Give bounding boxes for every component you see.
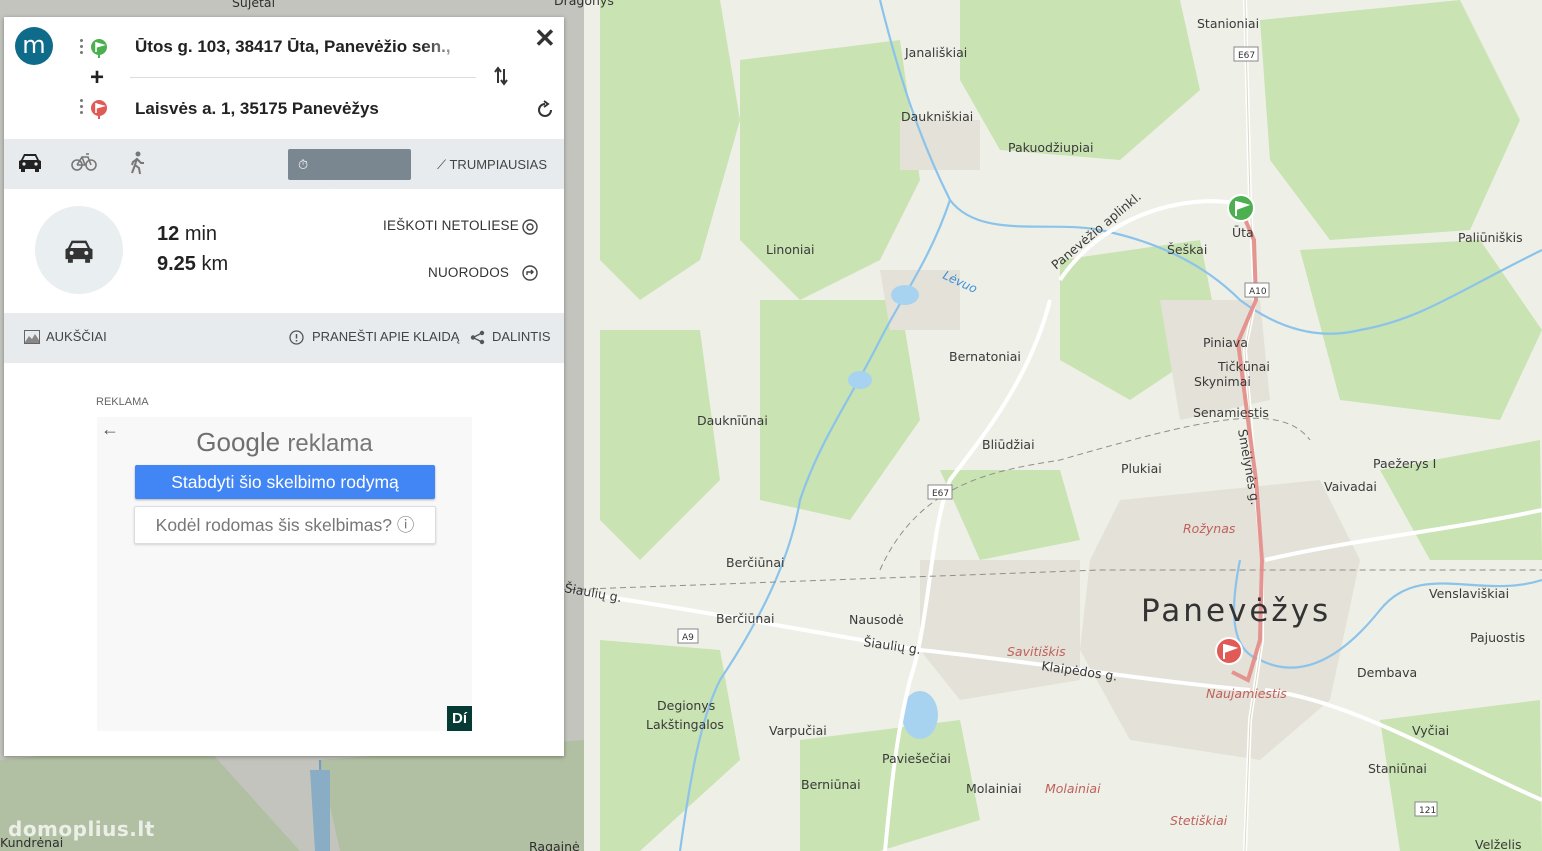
svg-text:Rožynas: Rožynas bbox=[1183, 521, 1236, 536]
svg-text:Vaivadai: Vaivadai bbox=[1324, 479, 1377, 494]
svg-text:Panevėžys: Panevėžys bbox=[1141, 593, 1331, 629]
svg-text:Dauknīūnai: Dauknīūnai bbox=[697, 413, 768, 428]
route-panel: m Ūtos g. 103, 38417 Ūta, Panevėžio sen.… bbox=[4, 17, 564, 756]
share-icon bbox=[470, 330, 485, 345]
shortest-route-button[interactable]: ⟋ TRUMPIAUSIAS bbox=[427, 149, 557, 180]
watermark-logo: domoplius.lt bbox=[8, 817, 155, 841]
svg-text:Janališkiai: Janališkiai bbox=[904, 45, 967, 60]
svg-text:Savitiškis: Savitiškis bbox=[1007, 644, 1066, 659]
swap-icon[interactable] bbox=[493, 66, 509, 86]
ad-badge-icon[interactable]: Dí bbox=[447, 706, 472, 731]
svg-text:Paviešečiai: Paviešečiai bbox=[882, 751, 951, 766]
close-button[interactable]: ✕ bbox=[534, 23, 556, 54]
fastest-route-button[interactable]: ⏱ GREIČIAUSIAS bbox=[288, 149, 411, 203]
directions-icon[interactable] bbox=[522, 265, 538, 281]
stop-ad-button[interactable]: Stabdyti šio skelbimo rodymą bbox=[135, 465, 435, 499]
svg-text:Vyčiai: Vyčiai bbox=[1412, 723, 1449, 738]
drag-handle-destination[interactable] bbox=[80, 99, 84, 115]
ad-title: Google reklama bbox=[196, 427, 373, 457]
ruler-icon: ⟋ bbox=[437, 157, 450, 172]
travel-distance: 9.25 km bbox=[157, 253, 229, 275]
end-marker-icon bbox=[1215, 637, 1243, 665]
svg-text:Bernatoniai: Bernatoniai bbox=[949, 349, 1021, 364]
svg-text:Paliūniškis: Paliūniškis bbox=[1458, 230, 1523, 245]
svg-text:Dembava: Dembava bbox=[1357, 665, 1417, 680]
svg-text:Linoniai: Linoniai bbox=[766, 242, 815, 257]
add-stop-button[interactable]: + bbox=[90, 64, 104, 92]
drag-handle-origin[interactable] bbox=[80, 39, 84, 55]
app-logo[interactable]: m bbox=[15, 27, 53, 65]
svg-text:Berčiūnai: Berčiūnai bbox=[726, 555, 784, 570]
svg-text:Berčiūnai: Berčiūnai bbox=[716, 611, 774, 626]
svg-text:Lakštingalos: Lakštingalos bbox=[646, 717, 724, 732]
svg-text:Bliūdžiai: Bliūdžiai bbox=[982, 437, 1035, 452]
vehicle-badge bbox=[35, 206, 123, 294]
svg-text:Molainiai: Molainiai bbox=[1045, 781, 1101, 796]
origin-input[interactable]: Ūtos g. 103, 38417 Ūta, Panevėžio sen., bbox=[135, 37, 475, 57]
svg-text:Plukiai: Plukiai bbox=[1121, 461, 1162, 476]
bicycle-icon[interactable] bbox=[71, 151, 97, 173]
info-icon bbox=[289, 330, 304, 345]
car-icon bbox=[65, 240, 93, 263]
svg-text:Skynimai: Skynimai bbox=[1194, 374, 1251, 389]
svg-text:Sujetai: Sujetai bbox=[232, 0, 275, 10]
elevation-icon bbox=[24, 330, 40, 344]
at-location-icon[interactable] bbox=[522, 219, 538, 235]
svg-text:Venslaviškiai: Venslaviškiai bbox=[1429, 586, 1509, 601]
directions-link[interactable]: NUORODOS bbox=[428, 265, 509, 280]
car-icon[interactable] bbox=[17, 151, 43, 173]
stopwatch-icon: ⏱ bbox=[298, 157, 309, 172]
svg-text:Piniava: Piniava bbox=[1203, 335, 1248, 350]
elevation-button[interactable]: AUKŠČIAI bbox=[46, 329, 107, 344]
svg-text:Senamiestis: Senamiestis bbox=[1193, 405, 1269, 420]
search-nearby-link[interactable]: IEŠKOTI NETOLIESE bbox=[383, 218, 519, 233]
svg-text:Staniūnai: Staniūnai bbox=[1368, 761, 1427, 776]
route-actions-bar: AUKŠČIAI PRANEŠTI APIE KLAIDĄ DALINTIS bbox=[4, 313, 564, 363]
svg-text:E67: E67 bbox=[1238, 51, 1255, 61]
transport-mode-bar: ⏱ GREIČIAUSIAS ⟋ TRUMPIAUSIAS bbox=[4, 139, 564, 203]
svg-text:Velželis: Velželis bbox=[1475, 837, 1521, 851]
svg-text:Pakuodžiupiai: Pakuodžiupiai bbox=[1008, 140, 1094, 155]
svg-text:Naujamiestis: Naujamiestis bbox=[1206, 686, 1287, 701]
svg-text:Pajuostis: Pajuostis bbox=[1470, 630, 1525, 645]
svg-text:Šeškai: Šeškai bbox=[1167, 242, 1207, 257]
svg-text:Paežerys I: Paežerys I bbox=[1373, 456, 1436, 471]
route-summary: 12 min 9.25 km IEŠKOTI NETOLIESE NUORODO… bbox=[4, 189, 564, 313]
divider bbox=[130, 77, 476, 78]
svg-text:Degionys: Degionys bbox=[657, 698, 715, 713]
destination-input[interactable]: Laisvės a. 1, 35175 Panevėžys bbox=[135, 99, 379, 119]
svg-text:Ūta: Ūta bbox=[1232, 225, 1254, 240]
why-ad-button[interactable]: Kodėl rodomas šis skelbimas? ⓘ bbox=[134, 506, 436, 544]
report-error-button[interactable]: PRANEŠTI APIE KLAIDĄ bbox=[312, 329, 459, 344]
ad-label: REKLAMA bbox=[96, 396, 149, 408]
ad-container: ← Google reklama Stabdyti šio skelbimo r… bbox=[97, 417, 472, 731]
walk-icon[interactable] bbox=[127, 151, 147, 175]
reverse-route-icon[interactable] bbox=[535, 100, 555, 120]
svg-text:Nausodė: Nausodė bbox=[849, 612, 904, 627]
start-flag-icon bbox=[91, 39, 107, 58]
start-marker-icon bbox=[1227, 194, 1255, 222]
svg-text:Daukniškiai: Daukniškiai bbox=[901, 109, 973, 124]
svg-text:Dragonys: Dragonys bbox=[554, 0, 614, 8]
svg-text:E67: E67 bbox=[932, 489, 949, 499]
share-button[interactable]: DALINTIS bbox=[492, 329, 551, 344]
svg-text:Stetiškiai: Stetiškiai bbox=[1170, 813, 1228, 828]
svg-text:Tičkūnai: Tičkūnai bbox=[1217, 359, 1270, 374]
end-flag-icon bbox=[91, 100, 107, 119]
svg-text:Varpučiai: Varpučiai bbox=[769, 723, 827, 738]
travel-time: 12 min bbox=[157, 223, 218, 245]
svg-text:Berniūnai: Berniūnai bbox=[801, 777, 861, 792]
svg-text:A9: A9 bbox=[682, 633, 694, 643]
svg-text:Ragainė: Ragainė bbox=[529, 839, 580, 851]
svg-text:A10: A10 bbox=[1249, 287, 1267, 297]
svg-text:Molainiai: Molainiai bbox=[966, 781, 1022, 796]
svg-text:Stanioniai: Stanioniai bbox=[1197, 16, 1259, 31]
svg-text:121: 121 bbox=[1419, 806, 1436, 816]
